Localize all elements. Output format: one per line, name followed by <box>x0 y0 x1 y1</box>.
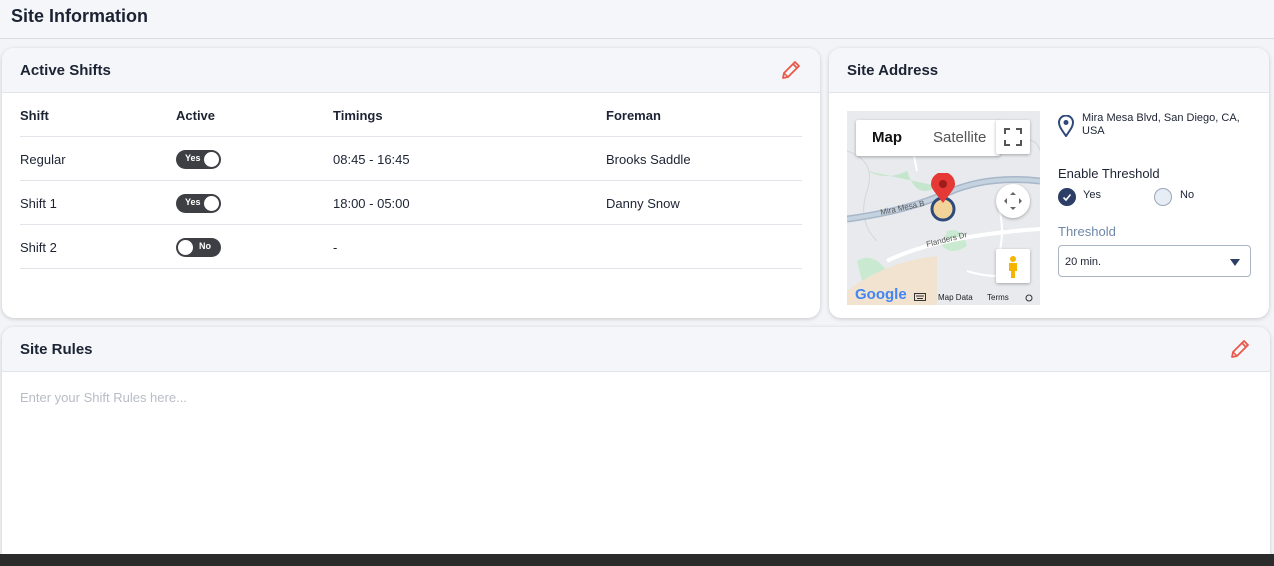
site-rules-header: Site Rules <box>2 327 1270 372</box>
toggle-knob <box>204 196 219 211</box>
site-rules-title: Site Rules <box>20 341 93 358</box>
active-shifts-header: Active Shifts <box>2 48 820 93</box>
active-toggle[interactable]: No <box>176 238 221 257</box>
report-icon[interactable] <box>1025 294 1033 302</box>
threshold-yes-radio[interactable] <box>1058 188 1076 206</box>
caret-down-icon <box>1230 259 1240 266</box>
site-address-title: Site Address <box>847 62 939 79</box>
check-icon <box>1062 193 1072 202</box>
map-type-map-button[interactable]: Map <box>856 120 918 156</box>
pegman-icon <box>1009 256 1017 278</box>
threshold-value: 20 min. <box>1065 256 1102 268</box>
column-header-timings: Timings <box>333 108 383 123</box>
site-address-text: Mira Mesa Blvd, San Diego, CA, USA <box>1082 112 1240 137</box>
site-rules-card: Site Rules Enter your Shift Rules here..… <box>2 327 1270 566</box>
map-type-control: Map Satellite <box>856 120 1000 156</box>
fullscreen-icon <box>1004 128 1022 146</box>
google-logo: Google <box>855 286 907 303</box>
threshold-no-label: No <box>1180 189 1195 201</box>
column-header-foreman: Foreman <box>606 108 661 123</box>
fullscreen-button[interactable] <box>996 120 1030 154</box>
shift-foreman: Brooks Saddle <box>606 152 691 167</box>
active-toggle[interactable]: Yes <box>176 194 221 213</box>
move-icon <box>1004 192 1022 210</box>
shift-name: Shift 2 <box>20 240 57 255</box>
site-rules-placeholder: Enter your Shift Rules here... <box>20 390 187 405</box>
table-row: Shift 1 Yes 18:00 - 05:00 Danny Snow <box>20 181 802 225</box>
shift-name: Shift 1 <box>20 196 57 211</box>
edit-rules-button[interactable] <box>1228 337 1252 361</box>
threshold-no-radio[interactable] <box>1154 188 1172 206</box>
active-toggle[interactable]: Yes <box>176 150 221 169</box>
column-header-shift: Shift <box>20 108 49 123</box>
shift-name: Regular <box>20 152 66 167</box>
edit-shifts-button[interactable] <box>779 58 803 82</box>
active-shifts-title: Active Shifts <box>20 62 111 79</box>
pan-control[interactable] <box>996 184 1030 218</box>
shift-timings: 08:45 - 16:45 <box>333 152 410 167</box>
terms-link[interactable]: Terms <box>987 293 1009 302</box>
map-view[interactable]: Mira Mesa B Flanders Dr Map Satellite Go… <box>847 111 1040 305</box>
keyboard-icon[interactable] <box>914 293 926 301</box>
toggle-knob <box>178 240 193 255</box>
table-row: Shift 2 No - <box>20 225 802 269</box>
site-rules-input[interactable]: Enter your Shift Rules here... <box>2 372 1270 566</box>
threshold-yes-label: Yes <box>1083 189 1101 201</box>
column-header-active: Active <box>176 108 216 123</box>
street-view-button[interactable] <box>996 249 1030 283</box>
map-data-link[interactable]: Map Data <box>938 293 973 302</box>
site-address-card: Site Address Mira Mesa B Flanders Dr Map… <box>829 48 1269 318</box>
toggle-label: Yes <box>185 153 201 163</box>
active-shifts-card: Active Shifts Shift Active Timings Forem… <box>2 48 820 318</box>
threshold-label: Threshold <box>1058 224 1116 239</box>
map-type-satellite-button[interactable]: Satellite <box>918 120 1000 156</box>
taskbar <box>0 554 1274 566</box>
shift-foreman: Danny Snow <box>606 196 680 211</box>
page-title: Site Information <box>11 6 149 26</box>
table-row: Regular Yes 08:45 - 16:45 Brooks Saddle <box>20 137 802 181</box>
shift-timings: - <box>333 240 338 255</box>
toggle-label: No <box>199 241 211 251</box>
toggle-label: Yes <box>185 197 201 207</box>
toggle-knob <box>204 152 219 167</box>
threshold-select[interactable]: 20 min. <box>1058 245 1251 277</box>
shifts-table: Shift Active Timings Foreman Regular Yes… <box>20 93 802 269</box>
enable-threshold-label: Enable Threshold <box>1058 166 1160 181</box>
location-marker-icon[interactable] <box>928 173 958 223</box>
shift-timings: 18:00 - 05:00 <box>333 196 410 211</box>
map-footer: Google Map Data Terms <box>847 286 1040 305</box>
page-header: Site Information <box>0 0 1274 39</box>
table-header-row: Shift Active Timings Foreman <box>20 93 802 137</box>
site-address-header: Site Address <box>829 48 1269 93</box>
location-pin-icon <box>1058 115 1074 137</box>
pencil-icon <box>782 61 800 79</box>
pencil-icon <box>1231 340 1249 358</box>
